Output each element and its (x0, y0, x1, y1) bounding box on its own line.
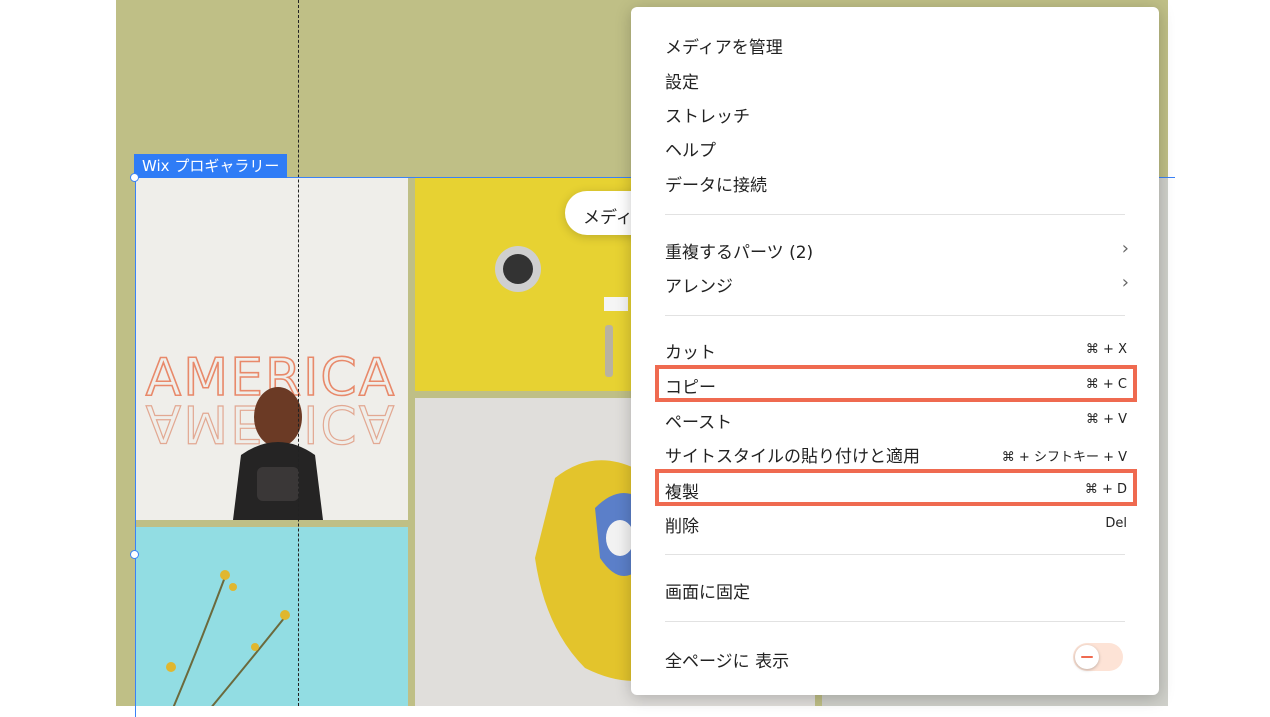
menu-item-overlapping-parts[interactable]: 重複するパーツ (2) › (665, 234, 1131, 264)
menu-item-label: ヘルプ (665, 141, 716, 161)
menu-item-delete[interactable]: 削除 Del (665, 508, 1131, 538)
minus-icon (1081, 656, 1093, 658)
menu-item-label: カット (665, 343, 716, 363)
menu-divider (665, 621, 1125, 622)
menu-divider (665, 214, 1125, 215)
selection-label: Wix プロギャラリー (134, 154, 288, 178)
menu-item-label: メディアを管理 (665, 38, 783, 58)
menu-item-label: 削除 (665, 517, 699, 537)
show-all-pages-toggle[interactable] (1073, 643, 1123, 671)
shortcut-label: ⌘ + シフトキー + V (1001, 450, 1127, 465)
menu-item-cut[interactable]: カット ⌘ + X (665, 334, 1131, 364)
menu-item-show-all-pages[interactable]: 全ページに 表示 (665, 643, 1131, 673)
menu-item-paste[interactable]: ペースト ⌘ + V (665, 404, 1131, 434)
menu-divider (665, 554, 1125, 555)
menu-item-settings[interactable]: 設定 (665, 64, 1131, 94)
toggle-knob (1075, 645, 1099, 669)
menu-item-paste-apply-style[interactable]: サイトスタイルの貼り付けと適用 ⌘ + シフトキー + V (665, 438, 1131, 468)
menu-item-label: アレンジ (665, 277, 733, 297)
menu-item-stretch[interactable]: ストレッチ (665, 98, 1131, 128)
menu-item-duplicate[interactable]: 複製 ⌘ + D (665, 474, 1131, 504)
menu-item-manage-media[interactable]: メディアを管理 (665, 29, 1131, 59)
menu-item-label: ストレッチ (665, 107, 750, 127)
menu-item-label: 全ページに 表示 (665, 652, 790, 672)
menu-item-label: データに接続 (665, 176, 767, 196)
shortcut-label: ⌘ + D (1084, 482, 1127, 497)
alignment-guide (298, 0, 299, 706)
shortcut-label: Del (1105, 516, 1127, 531)
menu-item-pin-to-screen[interactable]: 画面に固定 (665, 574, 1131, 604)
menu-item-label: 設定 (665, 73, 699, 93)
resize-handle-top-left[interactable] (130, 173, 139, 182)
shortcut-label: ⌘ + C (1085, 377, 1127, 392)
chevron-right-icon: › (1121, 272, 1129, 293)
menu-divider (665, 315, 1125, 316)
resize-handle-left[interactable] (130, 550, 139, 559)
shortcut-label: ⌘ + V (1085, 412, 1127, 427)
menu-item-label: ペースト (665, 413, 733, 433)
menu-item-arrange[interactable]: アレンジ › (665, 268, 1131, 298)
menu-item-label: 重複するパーツ (2) (665, 243, 814, 263)
menu-item-label: 複製 (665, 483, 699, 503)
shortcut-label: ⌘ + X (1085, 342, 1127, 357)
gallery-image-america-neon[interactable]: AMERICA AMERICA (135, 177, 408, 520)
context-menu: メディアを管理 設定 ストレッチ ヘルプ データに接続 重複するパーツ (2) … (631, 7, 1159, 695)
menu-item-label: コピー (665, 378, 716, 398)
menu-item-copy[interactable]: コピー ⌘ + C (665, 369, 1131, 399)
menu-item-connect-data[interactable]: データに接続 (665, 167, 1131, 197)
gallery-image-sky-flowers[interactable] (135, 527, 408, 706)
chevron-right-icon: › (1121, 238, 1129, 259)
menu-item-label: 画面に固定 (665, 583, 750, 603)
menu-item-label: サイトスタイルの貼り付けと適用 (665, 447, 920, 467)
menu-item-help[interactable]: ヘルプ (665, 132, 1131, 162)
